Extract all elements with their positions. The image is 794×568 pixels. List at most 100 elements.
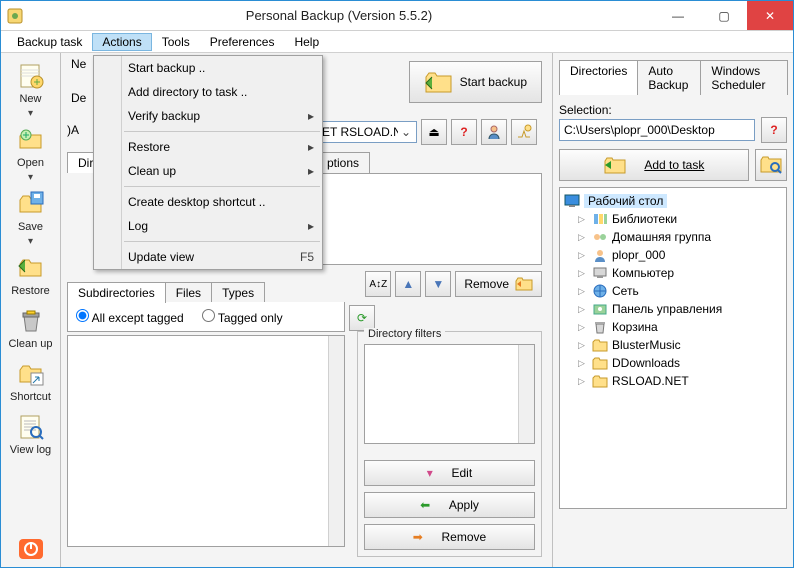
chevron-down-icon[interactable]: ▾ <box>28 108 33 119</box>
menu-actions[interactable]: Actions <box>92 33 151 51</box>
subdir-list[interactable] <box>67 335 345 547</box>
tree-root[interactable]: Рабочий стол <box>564 192 782 210</box>
start-backup-button[interactable]: Start backup <box>409 61 542 103</box>
tab-types[interactable]: Types <box>211 282 265 303</box>
dir-list-panel[interactable] <box>317 173 542 265</box>
destination-combo[interactable]: ET RSLOAD.NET ⌄ <box>317 121 417 143</box>
titlebar: Personal Backup (Version 5.5.2) — ▢ ✕ <box>1 1 793 31</box>
menu-backup-task[interactable]: Backup task <box>7 33 92 51</box>
menu-update-view[interactable]: Update viewF5 <box>94 245 322 269</box>
tree-node[interactable]: ▷ Сеть <box>564 282 782 300</box>
expand-arrow-icon[interactable]: ▷ <box>578 286 588 297</box>
sidebar-viewlog[interactable]: View log <box>1 408 60 459</box>
expand-arrow-icon[interactable]: ▷ <box>578 268 588 279</box>
chevron-down-icon[interactable]: ▾ <box>28 236 33 247</box>
browse-button[interactable] <box>755 149 787 181</box>
tree-node[interactable]: ▷Компьютер <box>564 264 782 282</box>
submenu-arrow-icon: ▸ <box>308 140 314 154</box>
close-button[interactable]: ✕ <box>747 1 793 30</box>
tab-directories[interactable]: Dir <box>67 152 95 173</box>
wrench-icon <box>516 124 532 140</box>
menu-separator <box>124 186 320 187</box>
sidebar-restore[interactable]: Restore <box>1 249 60 300</box>
scrollbar[interactable] <box>328 336 344 546</box>
tab-win-scheduler[interactable]: Windows Scheduler <box>700 60 788 95</box>
right-tabs: Directories Auto Backup Windows Schedule… <box>559 59 787 95</box>
menu-restore[interactable]: Restore▸ <box>94 135 322 159</box>
scrollbar[interactable] <box>518 345 534 443</box>
sort-button[interactable]: A↕Z <box>365 271 391 297</box>
menu-clean-up[interactable]: Clean up▸ <box>94 159 322 183</box>
tree-node[interactable]: ▷DDownloads <box>564 354 782 372</box>
radio-label: All except tagged <box>92 311 184 325</box>
button-label: Remove <box>464 277 509 291</box>
computer-icon <box>592 265 608 281</box>
menu-help[interactable]: Help <box>284 33 329 51</box>
control-icon <box>592 301 608 317</box>
expand-arrow-icon[interactable]: ▷ <box>578 358 588 369</box>
filter-list[interactable] <box>364 344 535 444</box>
tree-node[interactable]: ▷BlusterMusic <box>564 336 782 354</box>
menu-start-backup[interactable]: Start backup .. <box>94 56 322 80</box>
move-up-button[interactable]: ▲ <box>395 271 421 297</box>
sidebar-save[interactable]: Save <box>1 185 60 236</box>
tree-node[interactable]: ▷plopr_000 <box>564 246 782 264</box>
folder-icon <box>592 373 608 389</box>
sidebar-label: View log <box>10 444 51 456</box>
tree-node[interactable]: ▷Библиотеки <box>564 210 782 228</box>
menu-preferences[interactable]: Preferences <box>200 33 285 51</box>
add-to-task-button[interactable]: Add to task <box>559 149 749 181</box>
menu-tools[interactable]: Tools <box>152 33 200 51</box>
tree-node[interactable]: ▷Домашняя группа <box>564 228 782 246</box>
sidebar-cleanup[interactable]: Clean up <box>1 302 60 353</box>
tab-options-partial[interactable]: ptions <box>316 152 370 173</box>
tree-node[interactable]: ▷Корзина <box>564 318 782 336</box>
expand-arrow-icon[interactable]: ▷ <box>578 232 588 243</box>
expand-arrow-icon[interactable]: ▷ <box>578 250 588 261</box>
menu-log[interactable]: Log▸ <box>94 214 322 238</box>
expand-arrow-icon[interactable]: ▷ <box>578 214 588 225</box>
funnel-icon: ▾ <box>427 466 433 480</box>
menu-item-label: Verify backup <box>128 109 200 123</box>
tree-label: Сеть <box>612 284 639 298</box>
sidebar-open[interactable]: Open <box>1 121 60 172</box>
menu-verify-backup[interactable]: Verify backup▸ <box>94 104 322 128</box>
folder-open-icon <box>15 124 47 156</box>
menu-create-shortcut[interactable]: Create desktop shortcut .. <box>94 190 322 214</box>
minimize-button[interactable]: — <box>655 1 701 30</box>
chevron-down-icon[interactable]: ▾ <box>28 172 33 183</box>
radio-tagged-only[interactable]: Tagged only <box>202 309 283 325</box>
tab-directories[interactable]: Directories <box>559 60 638 95</box>
path-help-button[interactable]: ? <box>761 117 787 143</box>
remove-filter-button[interactable]: ➡ Remove <box>364 524 535 550</box>
settings-button[interactable] <box>511 119 537 145</box>
tree-label: Рабочий стол <box>584 194 667 208</box>
tree-node[interactable]: ▷Панель управления <box>564 300 782 318</box>
user-button[interactable] <box>481 119 507 145</box>
expand-arrow-icon[interactable]: ▷ <box>578 340 588 351</box>
sidebar-power[interactable] <box>1 529 60 567</box>
tab-subdirectories[interactable]: Subdirectories <box>67 282 166 303</box>
help-button[interactable]: ? <box>451 119 477 145</box>
selection-path-input[interactable] <box>559 119 755 141</box>
maximize-button[interactable]: ▢ <box>701 1 747 30</box>
tab-files[interactable]: Files <box>165 282 212 303</box>
eject-button[interactable]: ⏏ <box>421 119 447 145</box>
tree-node[interactable]: ▷RSLOAD.NET <box>564 372 782 390</box>
expand-arrow-icon[interactable]: ▷ <box>578 376 588 387</box>
folder-run-icon <box>424 69 454 95</box>
move-down-button[interactable]: ▼ <box>425 271 451 297</box>
expand-arrow-icon[interactable]: ▷ <box>578 304 588 315</box>
apply-filter-button[interactable]: ⬅ Apply <box>364 492 535 518</box>
menu-add-directory[interactable]: Add directory to task .. <box>94 80 322 104</box>
edit-filter-button[interactable]: ▾ Edit <box>364 460 535 486</box>
tab-auto-backup[interactable]: Auto Backup <box>637 60 701 95</box>
folder-tree[interactable]: Рабочий стол ▷Библиотеки▷Домашняя группа… <box>559 187 787 509</box>
remove-dir-button[interactable]: Remove <box>455 271 542 297</box>
expand-arrow-icon[interactable]: ▷ <box>578 322 588 333</box>
radio-all-except[interactable]: All except tagged <box>76 309 184 325</box>
sidebar-new[interactable]: New <box>1 57 60 108</box>
right-panel: Directories Auto Backup Windows Schedule… <box>553 53 793 567</box>
sidebar-shortcut[interactable]: Shortcut <box>1 355 60 406</box>
menu-item-label: Clean up <box>128 164 176 178</box>
